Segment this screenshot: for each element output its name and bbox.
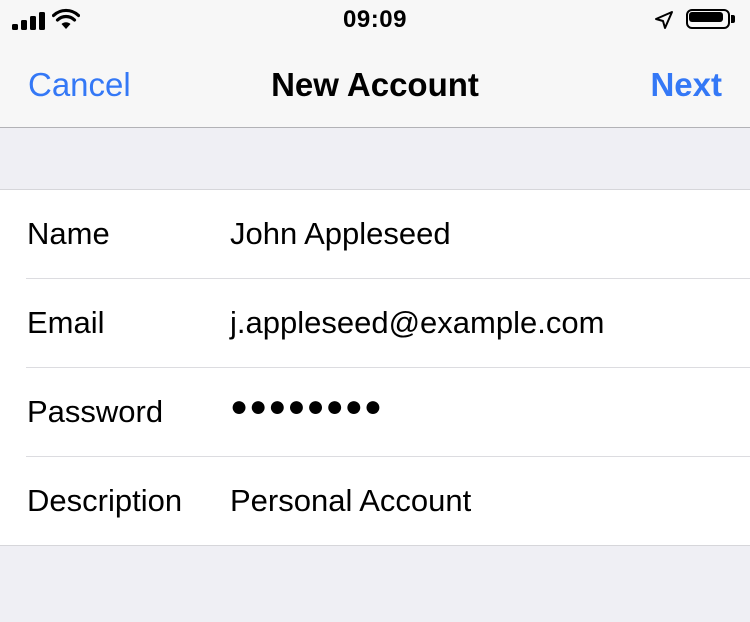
name-row[interactable]: Name John Appleseed: [0, 190, 750, 279]
description-row[interactable]: Description Personal Account: [0, 457, 750, 546]
battery-icon: [686, 9, 738, 31]
location-arrow-icon: [655, 11, 673, 29]
password-label: Password: [27, 394, 164, 429]
next-button[interactable]: Next: [650, 66, 722, 104]
email-row[interactable]: Email j.appleseed@example.com: [0, 279, 750, 368]
password-row[interactable]: Password ●●●●●●●●: [0, 368, 750, 457]
account-form: Name John Appleseed Email j.appleseed@ex…: [0, 189, 750, 546]
email-field[interactable]: j.appleseed@example.com: [230, 305, 604, 341]
status-time: 09:09: [343, 6, 407, 33]
page-title: New Account: [271, 66, 479, 103]
email-label: Email: [27, 305, 105, 340]
navigation-bar: Cancel New Account Next: [0, 40, 750, 128]
name-field[interactable]: John Appleseed: [230, 216, 451, 252]
description-field[interactable]: Personal Account: [230, 483, 471, 519]
description-label: Description: [27, 483, 183, 518]
status-bar: 09:09: [0, 0, 750, 40]
name-label: Name: [27, 216, 110, 251]
password-field[interactable]: ●●●●●●●●: [230, 390, 383, 424]
